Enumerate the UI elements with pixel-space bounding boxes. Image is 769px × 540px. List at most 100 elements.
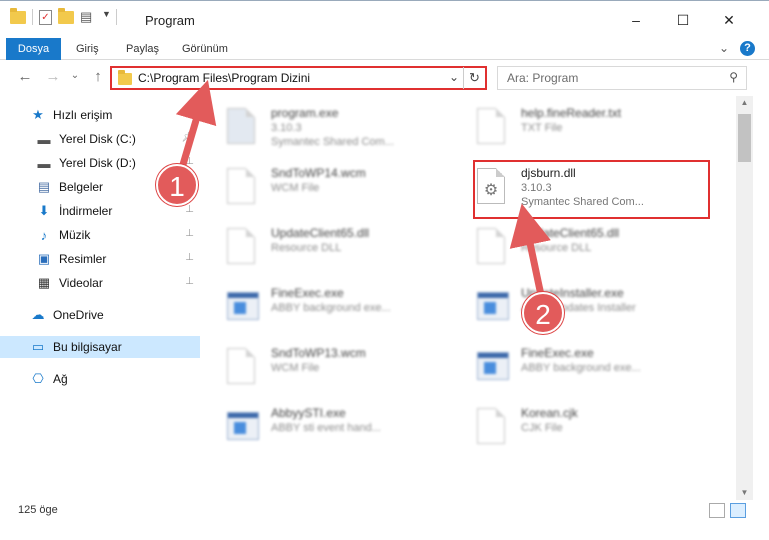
file-item[interactable]: program.exe 3.10.3 Symantec Shared Com..… (205, 102, 445, 154)
sidebar-item-quick-access[interactable]: ★ Hızlı erişim (30, 104, 200, 126)
drive-icon: ▬ (37, 155, 51, 171)
file-type: Resource DLL (271, 242, 342, 254)
pin-icon: 📌︎ (181, 132, 194, 143)
video-icon: ▦ (37, 275, 51, 290)
divider (116, 9, 117, 25)
file-item[interactable]: FineExec.exe ABBY background exe... (455, 342, 695, 394)
file-icon (227, 168, 259, 206)
file-name: FineExec.exe (521, 346, 594, 360)
file-type: TXT File (521, 122, 563, 134)
scroll-up-icon[interactable]: ▲ (736, 96, 753, 110)
sidebar-item-this-pc[interactable]: ▭ Bu bilgisayar (0, 336, 200, 358)
app-window-icon (477, 288, 509, 326)
file-name: help.fineReader.txt (521, 106, 622, 120)
file-item[interactable]: UpdateInstaller.exe ABBY Updates Install… (455, 282, 695, 334)
sidebar-item-music[interactable]: ♪ Müzik ⊥ (36, 224, 200, 246)
window-title: Program (145, 13, 195, 28)
customize-view-icon[interactable]: ▤ (80, 9, 96, 25)
properties-icon[interactable]: ✓ (39, 9, 52, 25)
tab-share[interactable]: Paylaş (116, 38, 169, 60)
highlight-box (473, 160, 710, 219)
file-item[interactable]: help.fineReader.txt TXT File (455, 102, 695, 154)
cloud-icon: ☁ (31, 307, 45, 322)
drive-icon: ▬ (37, 131, 51, 147)
tab-file[interactable]: Dosya (6, 38, 61, 60)
sidebar-item-label: Belgeler (59, 180, 104, 194)
search-input[interactable]: Ara: Program ⚲ (497, 66, 747, 90)
maximize-button[interactable]: ☐ (660, 1, 706, 39)
app-window-icon (477, 348, 509, 386)
file-type: WCM File (271, 182, 320, 194)
file-item[interactable]: SndToWP14.wcm WCM File (205, 162, 445, 214)
minimize-button[interactable]: – (613, 1, 659, 39)
file-name: program.exe (271, 106, 339, 120)
address-path[interactable]: C:\Program Files\Program Dizini (138, 71, 310, 85)
tiles-view-icon[interactable] (730, 503, 746, 518)
star-icon: ★ (32, 107, 44, 122)
search-placeholder: Ara: Program (507, 71, 579, 85)
sidebar-item-label: Videolar (59, 276, 103, 290)
file-item[interactable]: Korean.cjk CJK File (455, 402, 695, 454)
title-bar: ✓ ▤ ▼ Program – ☐ ✕ (0, 0, 769, 38)
divider (32, 9, 33, 25)
pictures-icon: ▣ (37, 251, 51, 266)
file-icon (477, 408, 509, 446)
dll-gear-icon (477, 228, 509, 266)
sidebar-item-label: OneDrive (53, 308, 104, 322)
file-description: ABBY sti event hand... (271, 422, 381, 434)
step-badge-2: 2 (522, 292, 564, 334)
sidebar-item-label: Hızlı erişim (53, 108, 113, 122)
ribbon-collapse-icon[interactable]: ⌄ (719, 41, 729, 55)
sidebar-item-onedrive[interactable]: ☁ OneDrive (30, 304, 200, 326)
file-item[interactable]: SndToWP13.wcm WCM File (205, 342, 445, 394)
sidebar-item-network[interactable]: ⎔ Ağ (30, 368, 200, 390)
search-icon: ⚲ (729, 70, 738, 84)
recent-locations-button[interactable]: ⌄ (66, 70, 84, 81)
tab-home[interactable]: Giriş (66, 38, 109, 60)
download-icon: ⬇ (38, 203, 50, 218)
sidebar-item-label: Yerel Disk (C:) (59, 132, 136, 146)
pin-icon: ⊥ (185, 276, 194, 287)
sidebar-item-label: Yerel Disk (D:) (59, 156, 136, 170)
sidebar-item-videos[interactable]: ▦ Videolar ⊥ (36, 272, 200, 294)
chevron-down-icon[interactable]: ▼ (102, 9, 111, 25)
documents-icon: ▤ (37, 179, 51, 194)
file-item[interactable]: FineExec.exe ABBY background exe... (205, 282, 445, 334)
file-type: Resource DLL (521, 242, 592, 254)
help-button[interactable]: ? (740, 41, 755, 56)
app-window-icon (227, 408, 259, 446)
sidebar-item-label: Bu bilgisayar (53, 340, 122, 354)
file-type: WCM File (271, 362, 320, 374)
sidebar-item-disk-c[interactable]: ▬ Yerel Disk (C:) 📌︎ (36, 128, 200, 150)
file-item[interactable]: AbbyySTI.exe ABBY sti event hand... (205, 402, 445, 454)
address-bar[interactable]: C:\Program Files\Program Dizini ⌄ ↻ (110, 66, 487, 90)
refresh-button[interactable]: ↻ (463, 67, 485, 89)
item-count: 125 öge (18, 504, 58, 516)
chevron-down-icon[interactable]: ⌄ (449, 70, 459, 84)
music-icon: ♪ (40, 227, 48, 243)
sidebar-item-pictures[interactable]: ▣ Resimler ⊥ (36, 248, 200, 270)
sidebar-item-label: Resimler (59, 252, 107, 266)
back-button[interactable]: ← (16, 68, 34, 85)
file-item[interactable]: UpdateClient65.dll Resource DLL (205, 222, 445, 274)
dll-gear-icon (227, 228, 259, 266)
details-view-icon[interactable] (709, 503, 725, 518)
close-button[interactable]: ✕ (706, 1, 752, 39)
scrollbar-thumb[interactable] (738, 114, 751, 162)
computer-icon: ▭ (31, 339, 45, 354)
sidebar-item-label: Ağ (53, 372, 68, 386)
ribbon: Dosya Giriş Paylaş Görünüm ⌄ ? (0, 38, 769, 60)
folder-icon (118, 70, 132, 85)
tab-view[interactable]: Görünüm (172, 38, 238, 60)
new-folder-icon[interactable] (58, 8, 74, 25)
vertical-scrollbar[interactable]: ▲ ▼ (736, 96, 753, 500)
forward-button[interactable]: → (44, 68, 62, 85)
file-item[interactable]: UpdateClient65.dll Resource DLL (455, 222, 695, 274)
file-name: UpdateClient65.dll (271, 226, 370, 240)
up-button[interactable]: ↑ (89, 68, 107, 85)
navigation-pane: ★ Hızlı erişim ▬ Yerel Disk (C:) 📌︎ ▬ Ye… (0, 100, 205, 500)
app-window-icon (227, 288, 259, 326)
file-description: ABBY background exe... (521, 362, 641, 374)
status-bar: 125 öge (0, 500, 769, 522)
scroll-down-icon[interactable]: ▼ (736, 486, 753, 500)
